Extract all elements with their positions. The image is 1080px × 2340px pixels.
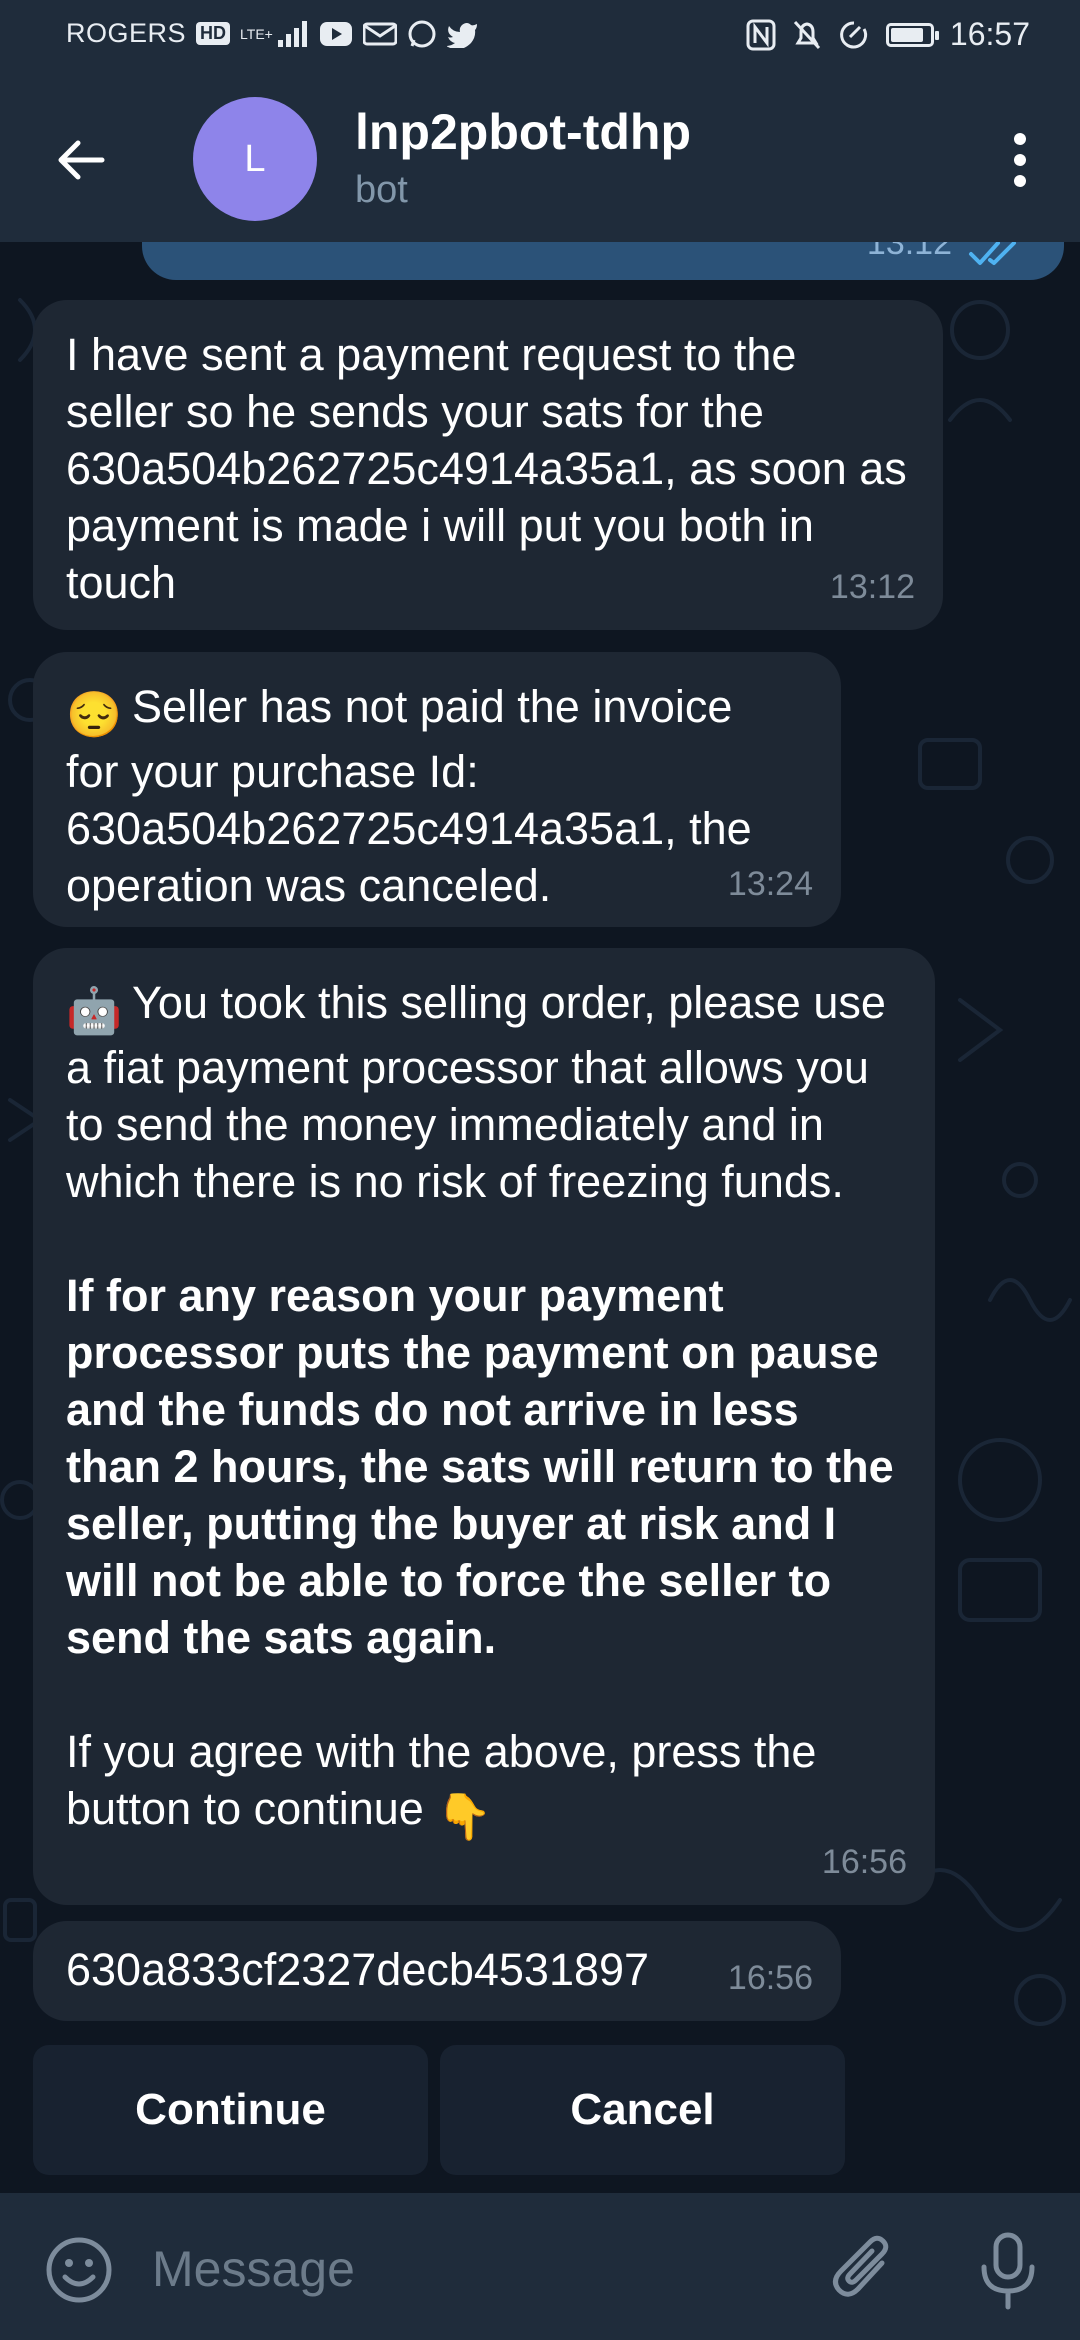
chat-title[interactable]: lnp2pbot-tdhp: [355, 103, 691, 161]
nfc-icon: [746, 19, 776, 50]
youtube-icon: [319, 21, 352, 46]
signal-icon: [277, 20, 307, 47]
chat-subtitle: bot: [355, 169, 408, 211]
message-warning-text: If for any reason your payment processor…: [66, 1270, 907, 1663]
message-time: 13:12: [829, 568, 915, 606]
twitter-icon: [446, 22, 477, 48]
cancel-button[interactable]: Cancel: [440, 2045, 845, 2175]
incoming-message[interactable]: 😔 Seller has not paid the invoice for you…: [33, 652, 841, 927]
message-text-intro: 🤖 You took this selling order, please use…: [66, 974, 905, 1210]
arrow-left-icon[interactable]: [50, 130, 110, 190]
message-time: 16:56: [821, 1843, 907, 1881]
incoming-message[interactable]: 🤖 You took this selling order, please use…: [33, 948, 935, 1905]
message-input[interactable]: [150, 2228, 794, 2310]
battery-icon: [885, 22, 939, 47]
avatar-letter: L: [244, 137, 266, 180]
smiley-icon[interactable]: [44, 2235, 114, 2305]
incoming-message[interactable]: 630a833cf2327decb4531897 16:56: [33, 1921, 841, 2021]
message-text: Seller has not paid the invoice for your…: [66, 681, 765, 911]
pensive-face-emoji: 😔: [66, 689, 123, 740]
message-time: 13:24: [727, 865, 813, 903]
message-outro-block: If you agree with the above, press the b…: [66, 1723, 905, 1845]
message-text: I have sent a payment request to the sel…: [66, 329, 920, 608]
status-time: 16:57: [949, 16, 1030, 52]
double-check-icon: [969, 241, 1016, 265]
robot-emoji: 🤖: [66, 985, 123, 1036]
hd-badge: HD: [196, 22, 231, 45]
message-input-bar: [0, 2193, 1080, 2340]
paperclip-icon[interactable]: [830, 2233, 900, 2307]
avatar[interactable]: L: [193, 97, 317, 221]
bell-off-icon: [793, 20, 821, 49]
battery-fill: [890, 27, 923, 42]
continue-button[interactable]: Continue: [33, 2045, 428, 2175]
incoming-message[interactable]: I have sent a payment request to the sel…: [33, 300, 943, 630]
message-text: You took this selling order, please use …: [66, 977, 899, 1207]
microphone-icon[interactable]: [975, 2231, 1041, 2311]
email-icon: [362, 22, 397, 45]
chat-header: L lnp2pbot-tdhp bot: [0, 75, 1080, 242]
message-time: 16:56: [727, 1959, 813, 1997]
network-type: LTE+: [240, 25, 273, 42]
status-bar: ROGERS HD LTE+ 16:57: [0, 0, 1080, 75]
message-text-block: 😔 Seller has not paid the invoice for you…: [66, 678, 771, 914]
pointing-down-emoji: 👇: [436, 1791, 493, 1842]
whatsapp-icon: [408, 20, 436, 47]
carrier-label: ROGERS: [66, 18, 187, 48]
order-id-text: 630a833cf2327decb4531897: [66, 1944, 650, 1995]
data-saver-icon: [840, 20, 868, 48]
more-vertical-icon[interactable]: [990, 125, 1050, 195]
